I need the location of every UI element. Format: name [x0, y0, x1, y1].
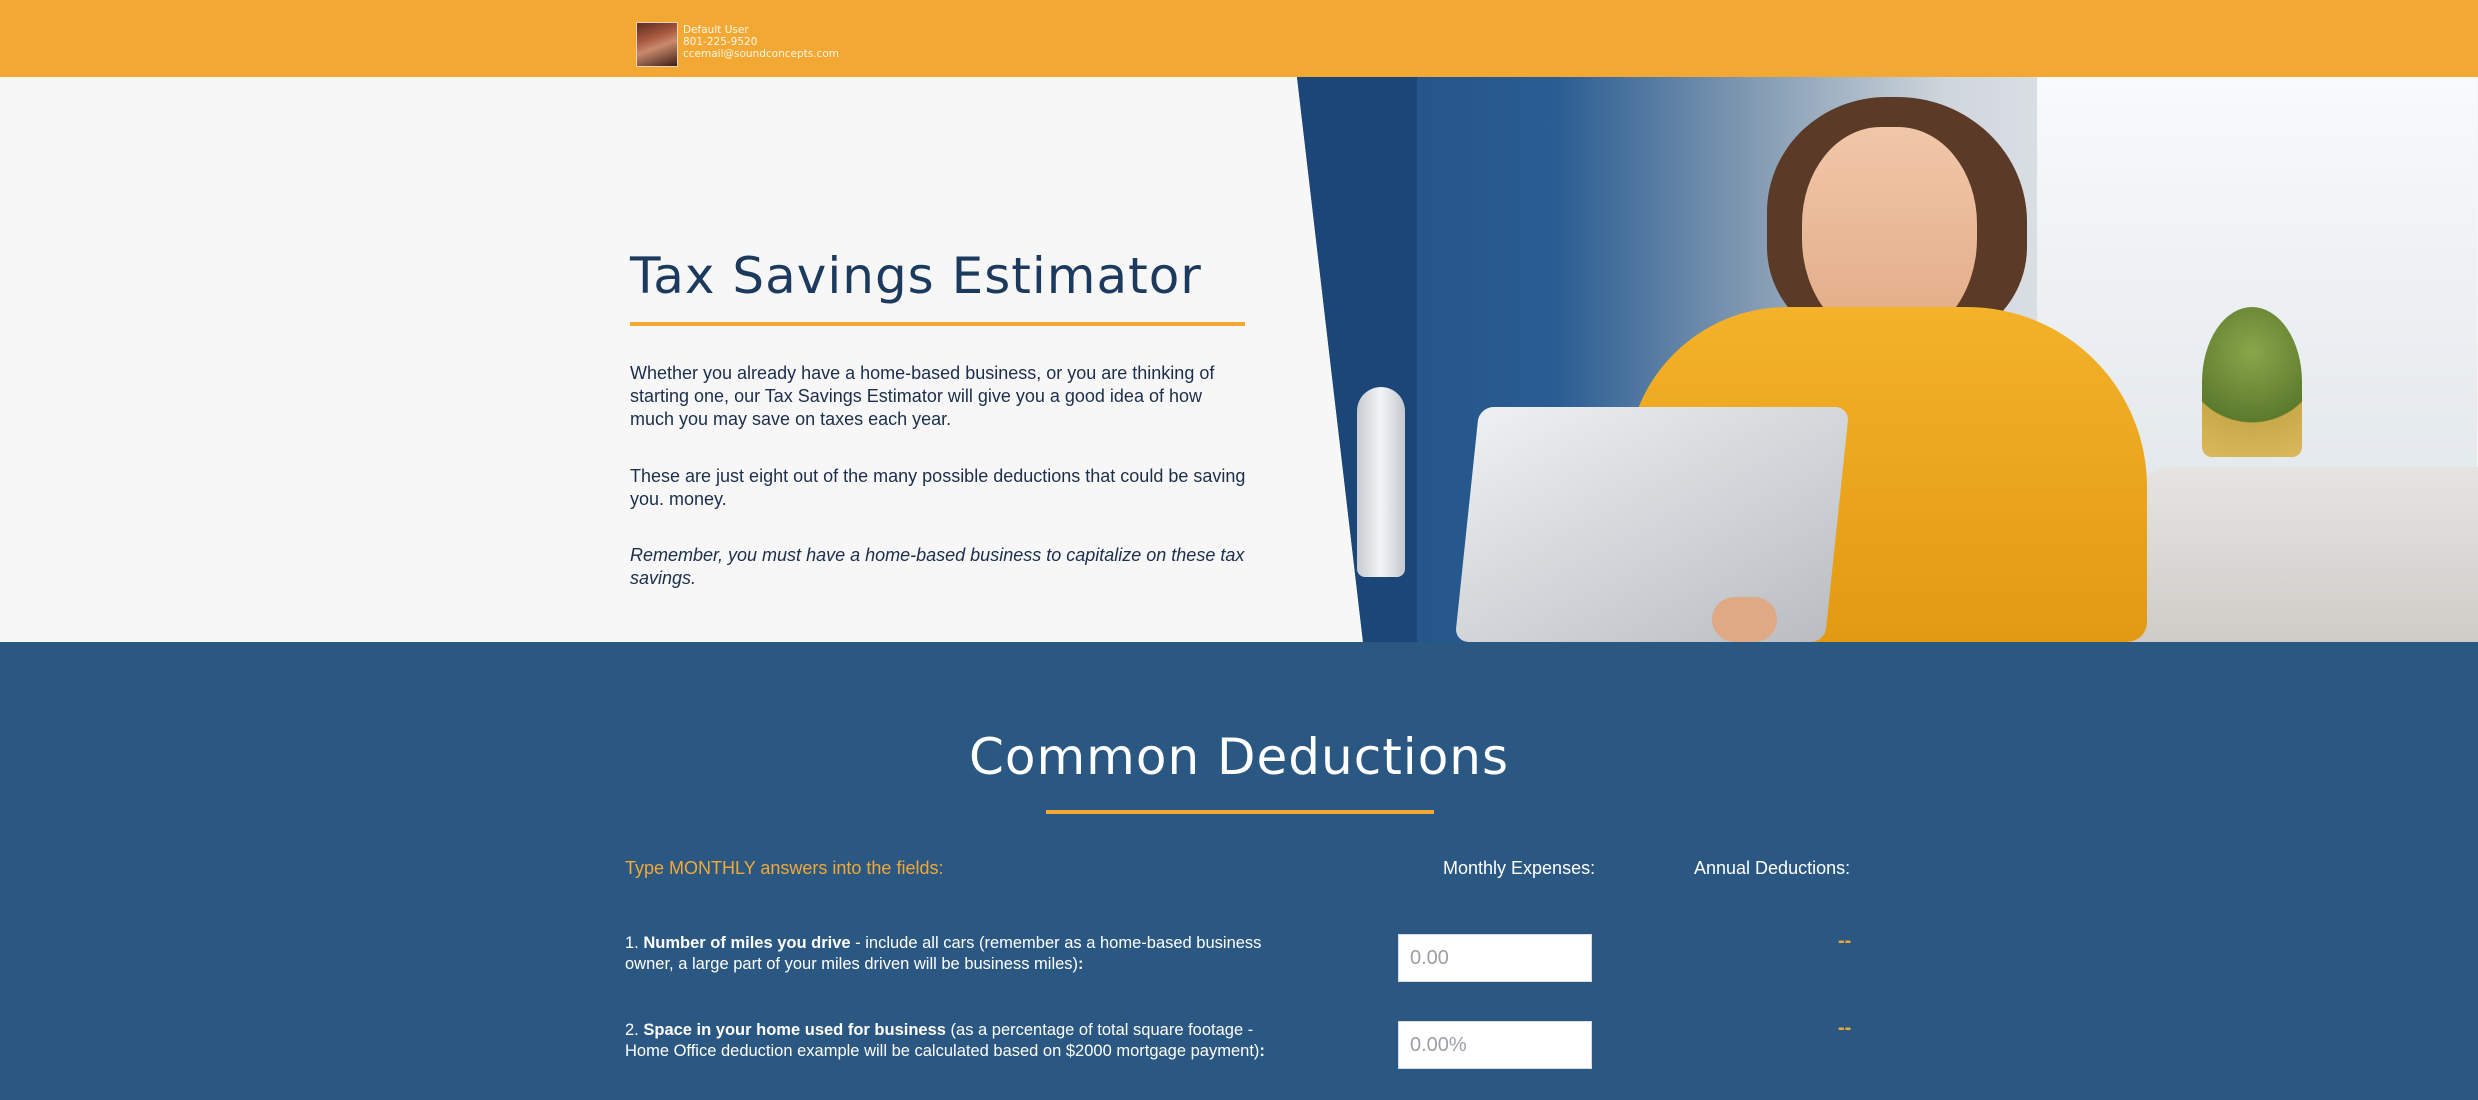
photo-vase: [1357, 387, 1405, 577]
user-email[interactable]: ccemail@soundconcepts.com: [683, 48, 839, 60]
annual-deductions-header: Annual Deductions:: [1694, 858, 1851, 878]
user-contact-info: Default User 801-225-9520 ccemail@soundc…: [683, 24, 839, 60]
section-title-underline: [1046, 810, 1434, 814]
home-space-annual-deduction: --: [1838, 1017, 1852, 1039]
question-title: Space in your home used for business: [643, 1021, 946, 1039]
question-title: Number of miles you drive: [643, 934, 851, 952]
photo-laptop: [1454, 407, 1850, 642]
photo-hand: [1712, 597, 1777, 642]
intro-paragraph-1: Whether you already have a home-based bu…: [630, 363, 1215, 429]
top-bar: Default User 801-225-9520 ccemail@soundc…: [0, 0, 2478, 77]
question-number: 1.: [625, 934, 639, 952]
form-instruction: Type MONTHLY answers into the fields:: [625, 858, 944, 878]
miles-annual-deduction: --: [1838, 930, 1852, 952]
photo-plant: [2202, 307, 2302, 457]
page-title: Tax Savings Estimator: [630, 247, 1202, 305]
question-colon: :: [1259, 1042, 1265, 1060]
intro-paragraph-2: These are just eight out of the many pos…: [630, 466, 1246, 509]
user-phone[interactable]: 801-225-9520: [683, 36, 839, 48]
monthly-expenses-header: Monthly Expenses:: [1443, 858, 1596, 878]
miles-input[interactable]: [1398, 934, 1592, 982]
photo-sofa: [2117, 467, 2478, 642]
question-number: 2.: [625, 1021, 639, 1039]
question-colon: :: [1078, 955, 1084, 973]
home-space-input[interactable]: [1398, 1021, 1592, 1069]
question-home-space-label: 2. Space in your home used for business …: [625, 1020, 1275, 1062]
user-avatar[interactable]: [636, 22, 678, 67]
hero-photo-woman-with-laptop: [1297, 77, 2478, 642]
title-underline: [630, 322, 1245, 326]
question-miles-label: 1. Number of miles you drive - include a…: [625, 933, 1275, 975]
intro-paragraph-3: Remember, you must have a home-based bus…: [630, 545, 1245, 588]
user-name: Default User: [683, 24, 749, 36]
section-title: Common Deductions: [968, 728, 1510, 786]
hero-section: Tax Savings Estimator Whether you alread…: [0, 77, 2478, 642]
